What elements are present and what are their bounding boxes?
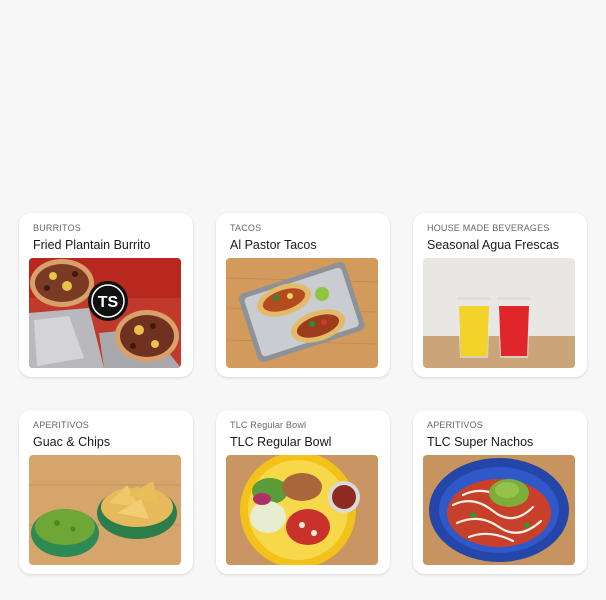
menu-item-title: Fried Plantain Burrito <box>33 238 151 252</box>
burrito-photo: TS <box>29 258 181 368</box>
menu-item-category: BURRITOS <box>33 223 81 233</box>
menu-item-card[interactable]: APERITIVOS Guac & Chips <box>19 410 193 574</box>
menu-item-card[interactable]: BURRITOS Fried Plantain Burrito TS <box>19 213 193 377</box>
menu-grid: BURRITOS Fried Plantain Burrito TS TACOS… <box>0 0 606 600</box>
menu-item-card[interactable]: TACOS Al Pastor Tacos <box>216 213 390 377</box>
tacos-photo <box>226 258 378 368</box>
menu-item-category: APERITIVOS <box>427 420 484 430</box>
bowl-photo <box>226 455 378 565</box>
menu-item-title: TLC Super Nachos <box>427 435 534 449</box>
page: BURRITOS Fried Plantain Burrito TS TACOS… <box>0 0 606 600</box>
menu-item-category: HOUSE MADE BEVERAGES <box>427 223 550 233</box>
menu-item-category: APERITIVOS <box>33 420 90 430</box>
menu-item-category: TACOS <box>230 223 262 233</box>
menu-item-card[interactable]: TLC Regular Bowl TLC Regular Bowl <box>216 410 390 574</box>
menu-item-card[interactable]: APERITIVOS TLC Super Nachos <box>413 410 587 574</box>
guac-chips-photo <box>29 455 181 565</box>
nachos-photo <box>423 455 575 565</box>
menu-item-title: Al Pastor Tacos <box>230 238 317 252</box>
menu-item-title: Guac & Chips <box>33 435 111 449</box>
menu-item-card[interactable]: HOUSE MADE BEVERAGES Seasonal Agua Fresc… <box>413 213 587 377</box>
menu-item-category: TLC Regular Bowl <box>230 420 307 430</box>
menu-item-title: Seasonal Agua Frescas <box>427 238 560 252</box>
menu-item-title: TLC Regular Bowl <box>230 435 332 449</box>
restaurant-logo-text: TS <box>98 294 119 311</box>
agua-frescas-photo <box>423 258 575 368</box>
